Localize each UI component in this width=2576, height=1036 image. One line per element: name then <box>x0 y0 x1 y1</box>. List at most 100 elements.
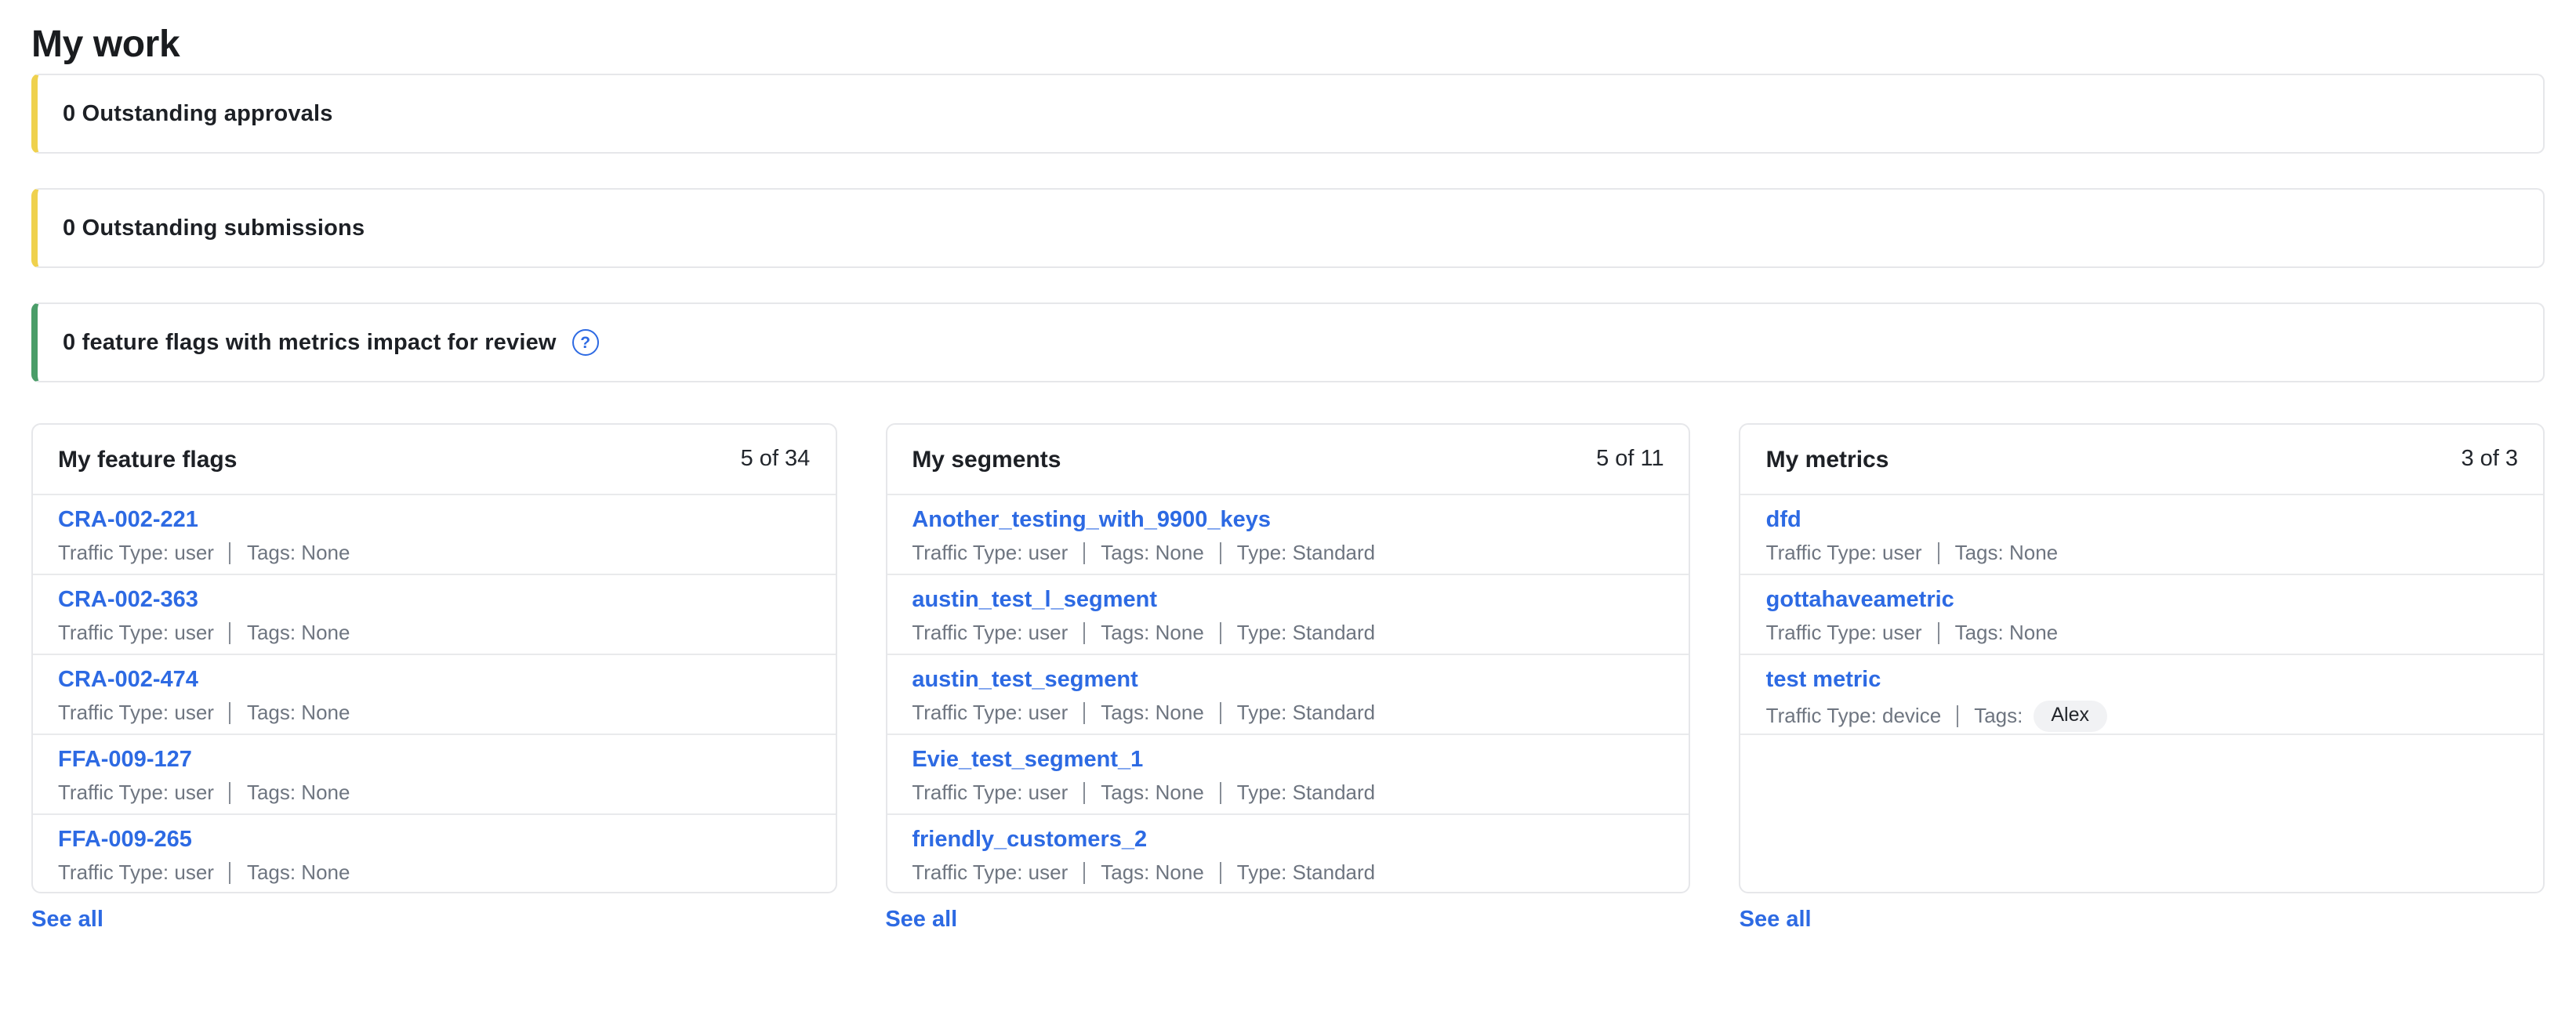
meta-traffic-type: Traffic Type: user <box>58 781 214 806</box>
meta-traffic-type: Traffic Type: device <box>1766 704 1942 729</box>
meta-traffic-type: Traffic Type: user <box>912 621 1068 646</box>
item-meta: Traffic Type: user Tags: None <box>1766 541 2518 566</box>
meta-traffic-type: Traffic Type: user <box>58 860 214 886</box>
column-segments: My segments 5 of 11 Another_testing_with… <box>885 423 1690 934</box>
card-header: My metrics 3 of 3 <box>1741 425 2543 495</box>
see-all-segments-link[interactable]: See all <box>885 907 957 933</box>
item-meta: Traffic Type: user Tags: None <box>58 621 810 646</box>
see-all-metrics-link[interactable]: See all <box>1740 907 1812 933</box>
meta-tags: Tags: <box>1974 704 2023 729</box>
meta-separator <box>1083 622 1085 644</box>
list-item: test metric Traffic Type: device Tags: A… <box>1741 655 2543 735</box>
metric-link[interactable]: gottahaveametric <box>1766 586 1954 616</box>
meta-separator <box>1083 862 1085 884</box>
meta-traffic-type: Traffic Type: user <box>58 701 214 726</box>
item-meta: Traffic Type: user Tags: None Type: Stan… <box>912 621 1664 646</box>
card-count: 5 of 11 <box>1596 447 1664 472</box>
meta-tags: Tags: None <box>247 621 350 646</box>
meta-traffic-type: Traffic Type: user <box>1766 541 1922 566</box>
meta-tags: Tags: None <box>1101 541 1204 566</box>
meta-separator <box>230 702 231 724</box>
meta-separator <box>230 782 231 804</box>
card-count: 5 of 34 <box>741 447 811 472</box>
item-meta: Traffic Type: user Tags: None Type: Stan… <box>912 781 1664 806</box>
meta-tags: Tags: None <box>1101 860 1204 886</box>
banner-flags-metrics-impact: 0 feature flags with metrics impact for … <box>31 302 2545 382</box>
segment-link[interactable]: austin_test_l_segment <box>912 586 1157 616</box>
meta-separator <box>1957 705 1958 727</box>
banner-outstanding-submissions: 0 Outstanding submissions <box>31 188 2545 268</box>
meta-tags: Tags: None <box>247 860 350 886</box>
meta-tags: Tags: None <box>1955 621 2059 646</box>
item-meta: Traffic Type: user Tags: None Type: Stan… <box>912 701 1664 726</box>
meta-tags: Tags: None <box>247 541 350 566</box>
page-title: My work <box>31 20 2545 71</box>
banner-text: 0 Outstanding approvals <box>63 101 333 126</box>
meta-separator <box>1938 542 1939 564</box>
feature-flag-link[interactable]: CRA-002-474 <box>58 666 198 696</box>
banner-text: 0 Outstanding submissions <box>63 216 365 241</box>
meta-type: Type: Standard <box>1237 541 1375 566</box>
meta-tags: Tags: None <box>1101 621 1204 646</box>
banner-outstanding-approvals: 0 Outstanding approvals <box>31 74 2545 154</box>
meta-traffic-type: Traffic Type: user <box>912 860 1068 886</box>
card-count: 3 of 3 <box>2461 447 2518 472</box>
meta-separator <box>1220 542 1221 564</box>
page-content: My work 0 Outstanding approvals 0 Outsta… <box>0 0 2576 934</box>
metric-link[interactable]: test metric <box>1766 666 1881 696</box>
segment-link[interactable]: friendly_customers_2 <box>912 826 1147 856</box>
meta-tags: Tags: None <box>1101 781 1204 806</box>
meta-separator <box>1083 702 1085 724</box>
list-item: CRA-002-363 Traffic Type: user Tags: Non… <box>33 575 835 655</box>
meta-separator <box>1938 622 1939 644</box>
meta-separator <box>230 542 231 564</box>
list-item: CRA-002-221 Traffic Type: user Tags: Non… <box>33 495 835 575</box>
column-metrics: My metrics 3 of 3 dfd Traffic Type: user… <box>1740 423 2545 934</box>
meta-separator <box>230 862 231 884</box>
card-my-segments: My segments 5 of 11 Another_testing_with… <box>885 423 1690 893</box>
feature-flag-link[interactable]: CRA-002-221 <box>58 506 198 536</box>
see-all-feature-flags-link[interactable]: See all <box>31 907 103 933</box>
item-meta: Traffic Type: user Tags: None Type: Stan… <box>912 541 1664 566</box>
meta-traffic-type: Traffic Type: user <box>58 541 214 566</box>
meta-separator <box>1220 702 1221 724</box>
my-work-page: My work 0 Outstanding approvals 0 Outsta… <box>0 0 2576 1036</box>
list-item: gottahaveametric Traffic Type: user Tags… <box>1741 575 2543 655</box>
segment-link[interactable]: Evie_test_segment_1 <box>912 746 1143 776</box>
item-meta: Traffic Type: user Tags: None Type: Stan… <box>912 860 1664 886</box>
meta-traffic-type: Traffic Type: user <box>912 541 1068 566</box>
meta-separator <box>1220 782 1221 804</box>
meta-traffic-type: Traffic Type: user <box>912 701 1068 726</box>
feature-flag-link[interactable]: CRA-002-363 <box>58 586 198 616</box>
list-item: austin_test_l_segment Traffic Type: user… <box>887 575 1689 655</box>
feature-flag-link[interactable]: FFA-009-265 <box>58 826 192 856</box>
list-item: CRA-002-474 Traffic Type: user Tags: Non… <box>33 655 835 735</box>
item-meta: Traffic Type: user Tags: None <box>58 541 810 566</box>
banner-text: 0 feature flags with metrics impact for … <box>63 330 557 355</box>
metric-link[interactable]: dfd <box>1766 506 1801 536</box>
column-feature-flags: My feature flags 5 of 34 CRA-002-221 Tra… <box>31 423 836 934</box>
segment-link[interactable]: austin_test_segment <box>912 666 1138 696</box>
list-item: FFA-009-127 Traffic Type: user Tags: Non… <box>33 735 835 815</box>
meta-separator <box>1083 542 1085 564</box>
meta-type: Type: Standard <box>1237 860 1375 886</box>
card-my-feature-flags: My feature flags 5 of 34 CRA-002-221 Tra… <box>31 423 836 893</box>
help-icon[interactable]: ? <box>572 329 599 356</box>
meta-separator <box>1083 782 1085 804</box>
card-header: My segments 5 of 11 <box>887 425 1689 495</box>
meta-tags: Tags: None <box>1955 541 2059 566</box>
item-meta: Traffic Type: user Tags: None <box>58 860 810 886</box>
item-meta: Traffic Type: user Tags: None <box>58 781 810 806</box>
card-header: My feature flags 5 of 34 <box>33 425 835 495</box>
list-item: FFA-009-265 Traffic Type: user Tags: Non… <box>33 815 835 893</box>
item-meta: Traffic Type: device Tags: Alex <box>1766 701 2518 732</box>
item-meta: Traffic Type: user Tags: None <box>1766 621 2518 646</box>
feature-flag-link[interactable]: FFA-009-127 <box>58 746 192 776</box>
meta-separator <box>230 622 231 644</box>
segment-link[interactable]: Another_testing_with_9900_keys <box>912 506 1271 536</box>
list-item: dfd Traffic Type: user Tags: None <box>1741 495 2543 575</box>
list-item: Evie_test_segment_1 Traffic Type: user T… <box>887 735 1689 815</box>
cards-row: My feature flags 5 of 34 CRA-002-221 Tra… <box>31 423 2545 934</box>
meta-separator <box>1220 622 1221 644</box>
meta-traffic-type: Traffic Type: user <box>58 621 214 646</box>
